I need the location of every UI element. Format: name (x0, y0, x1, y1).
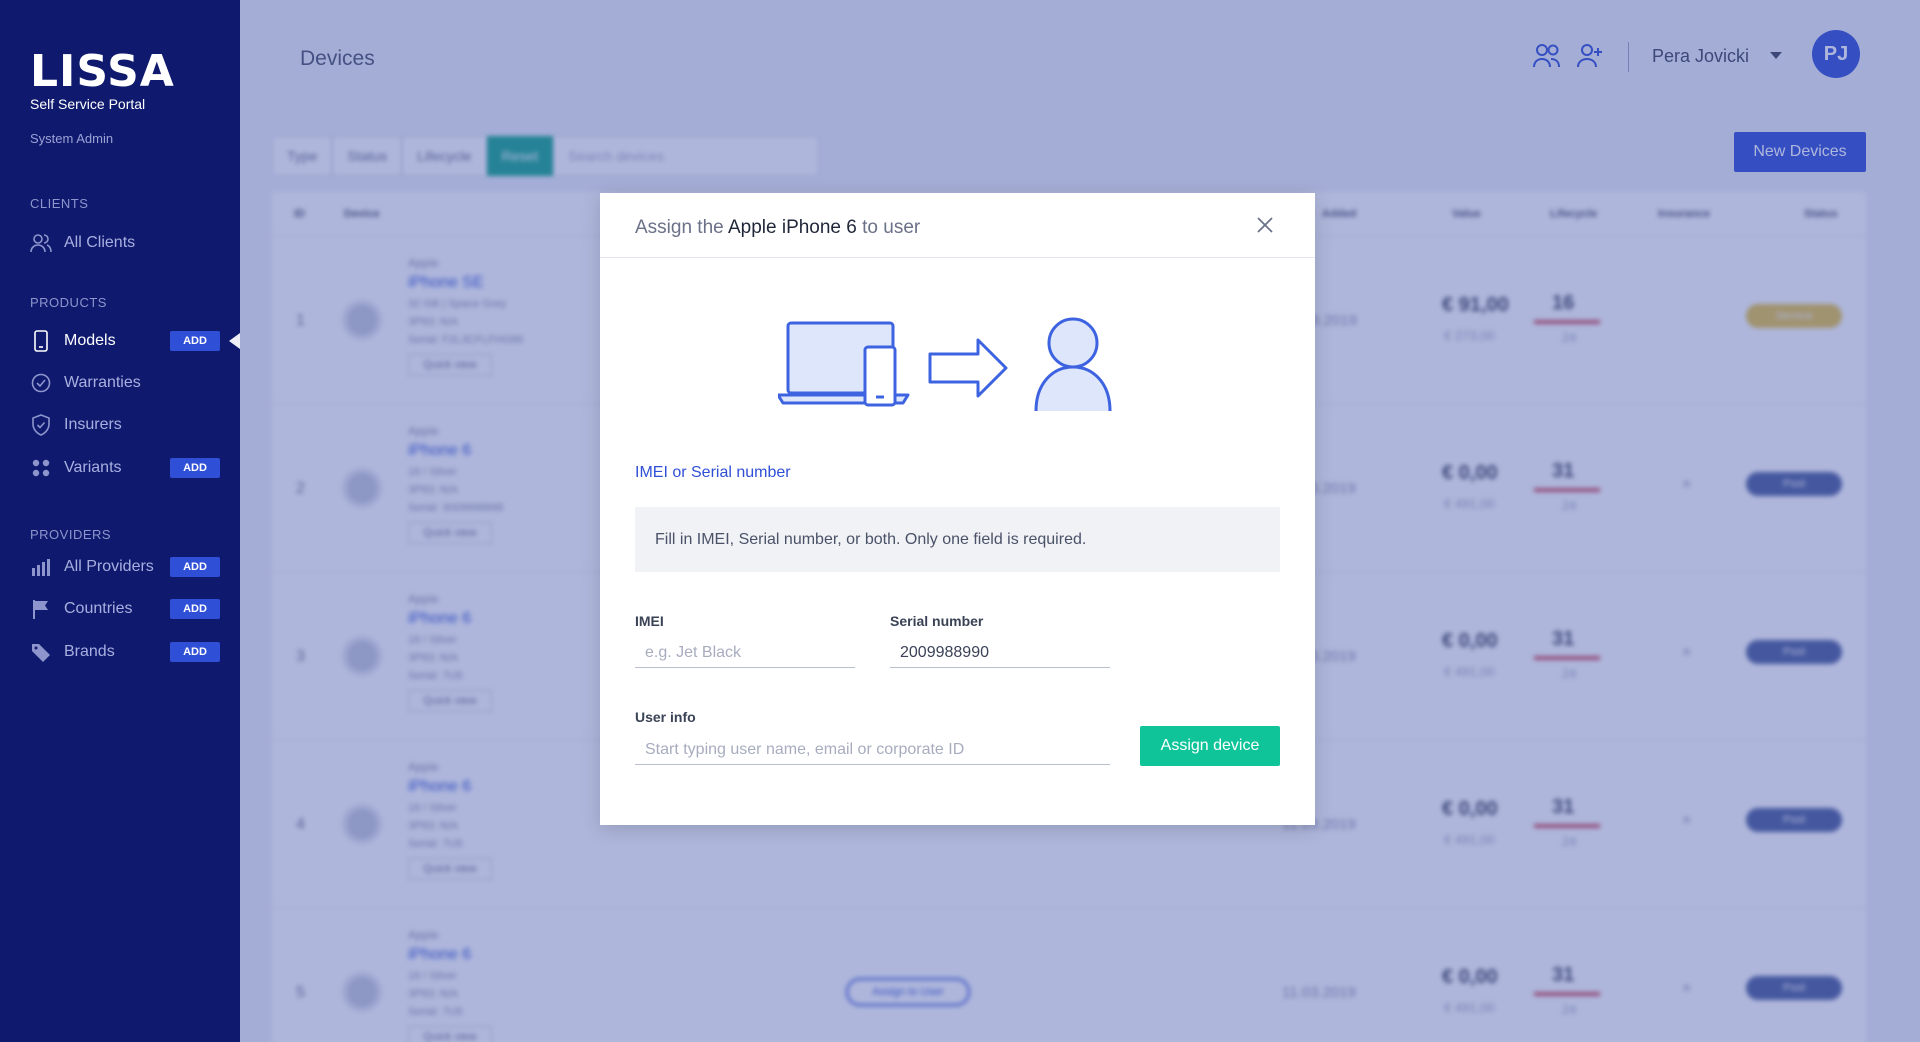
sidebar-item-brands[interactable]: Brands ADD (30, 637, 220, 667)
add-country-button[interactable]: ADD (170, 599, 220, 619)
imei-label: IMEI (635, 613, 664, 629)
imei-serial-link[interactable]: IMEI or Serial number (635, 464, 791, 482)
sidebar-item-warranties[interactable]: Warranties (30, 368, 220, 398)
title-suffix: to user (862, 217, 921, 238)
app-subtitle: Self Service Portal (30, 96, 146, 112)
add-model-button[interactable]: ADD (170, 331, 220, 351)
add-brand-button[interactable]: ADD (170, 642, 220, 662)
tag-icon (30, 641, 52, 663)
check-circle-icon (30, 372, 52, 394)
section-title-products: PRODUCTS (30, 295, 107, 310)
user-info-input[interactable] (635, 735, 1110, 765)
close-icon[interactable] (1255, 215, 1275, 235)
app-logo[interactable]: LISSA (30, 46, 175, 97)
sidebar-item-all-clients[interactable]: All Clients (30, 228, 220, 258)
serial-number-input[interactable] (890, 638, 1110, 668)
sidebar-item-label: All Providers (64, 558, 154, 575)
imei-input[interactable] (635, 638, 855, 668)
bar-chart-icon (30, 556, 52, 578)
sidebar-item-label: Warranties (64, 374, 141, 391)
section-title-clients: CLIENTS (30, 196, 89, 211)
sidebar-item-all-providers[interactable]: All Providers ADD (30, 552, 220, 582)
sidebar-item-variants[interactable]: Variants ADD (30, 453, 220, 483)
device-name: Apple iPhone 6 (727, 217, 857, 238)
sidebar-item-countries[interactable]: Countries ADD (30, 594, 220, 624)
user-info-label: User info (635, 709, 696, 725)
active-item-indicator (229, 333, 240, 349)
sidebar-item-label: Brands (64, 643, 115, 660)
flag-icon (30, 598, 52, 620)
sidebar-item-label: All Clients (64, 234, 136, 251)
shield-icon (30, 414, 52, 436)
add-provider-button[interactable]: ADD (170, 557, 220, 577)
users-icon (30, 232, 52, 254)
assign-device-button[interactable]: Assign device (1140, 726, 1280, 766)
modal-header: Assign the Apple iPhone 6 to user (600, 193, 1315, 258)
serial-number-label: Serial number (890, 613, 984, 629)
modal-title: Assign the Apple iPhone 6 to user (635, 217, 920, 239)
sidebar-item-label: Insurers (64, 416, 122, 433)
info-message: Fill in IMEI, Serial number, or both. On… (635, 507, 1280, 572)
dots-grid-icon (30, 457, 52, 479)
sidebar-item-insurers[interactable]: Insurers (30, 410, 220, 440)
section-title-providers: PROVIDERS (30, 527, 112, 542)
sidebar-item-label: Variants (64, 459, 122, 476)
assign-device-modal: Assign the Apple iPhone 6 to user IMEI o… (600, 193, 1315, 825)
sidebar-item-models[interactable]: Models ADD (30, 326, 220, 356)
sidebar-item-label: Countries (64, 600, 133, 617)
add-variant-button[interactable]: ADD (170, 458, 220, 478)
sidebar-item-label: Models (64, 332, 116, 349)
phone-icon (30, 330, 52, 352)
sidebar: LISSA Self Service Portal System Admin C… (0, 0, 240, 1042)
title-prefix: Assign the (635, 217, 724, 238)
user-role: System Admin (30, 131, 114, 146)
device-to-user-illustration (776, 313, 1138, 413)
